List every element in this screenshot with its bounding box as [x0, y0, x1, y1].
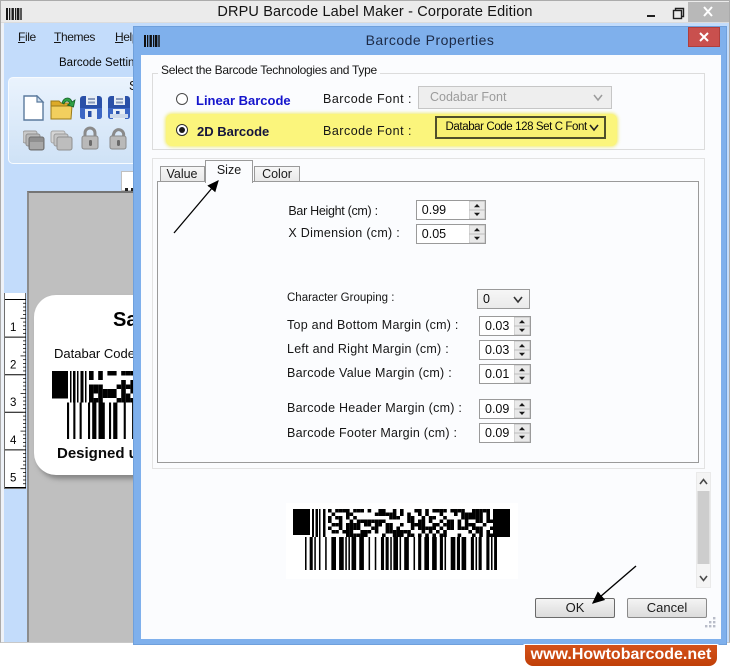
svg-text:3: 3 [10, 397, 16, 409]
svg-text:4: 4 [10, 435, 17, 447]
svg-text:1: 1 [10, 322, 16, 334]
svg-text:2: 2 [10, 360, 16, 372]
svg-text:5: 5 [10, 472, 16, 484]
